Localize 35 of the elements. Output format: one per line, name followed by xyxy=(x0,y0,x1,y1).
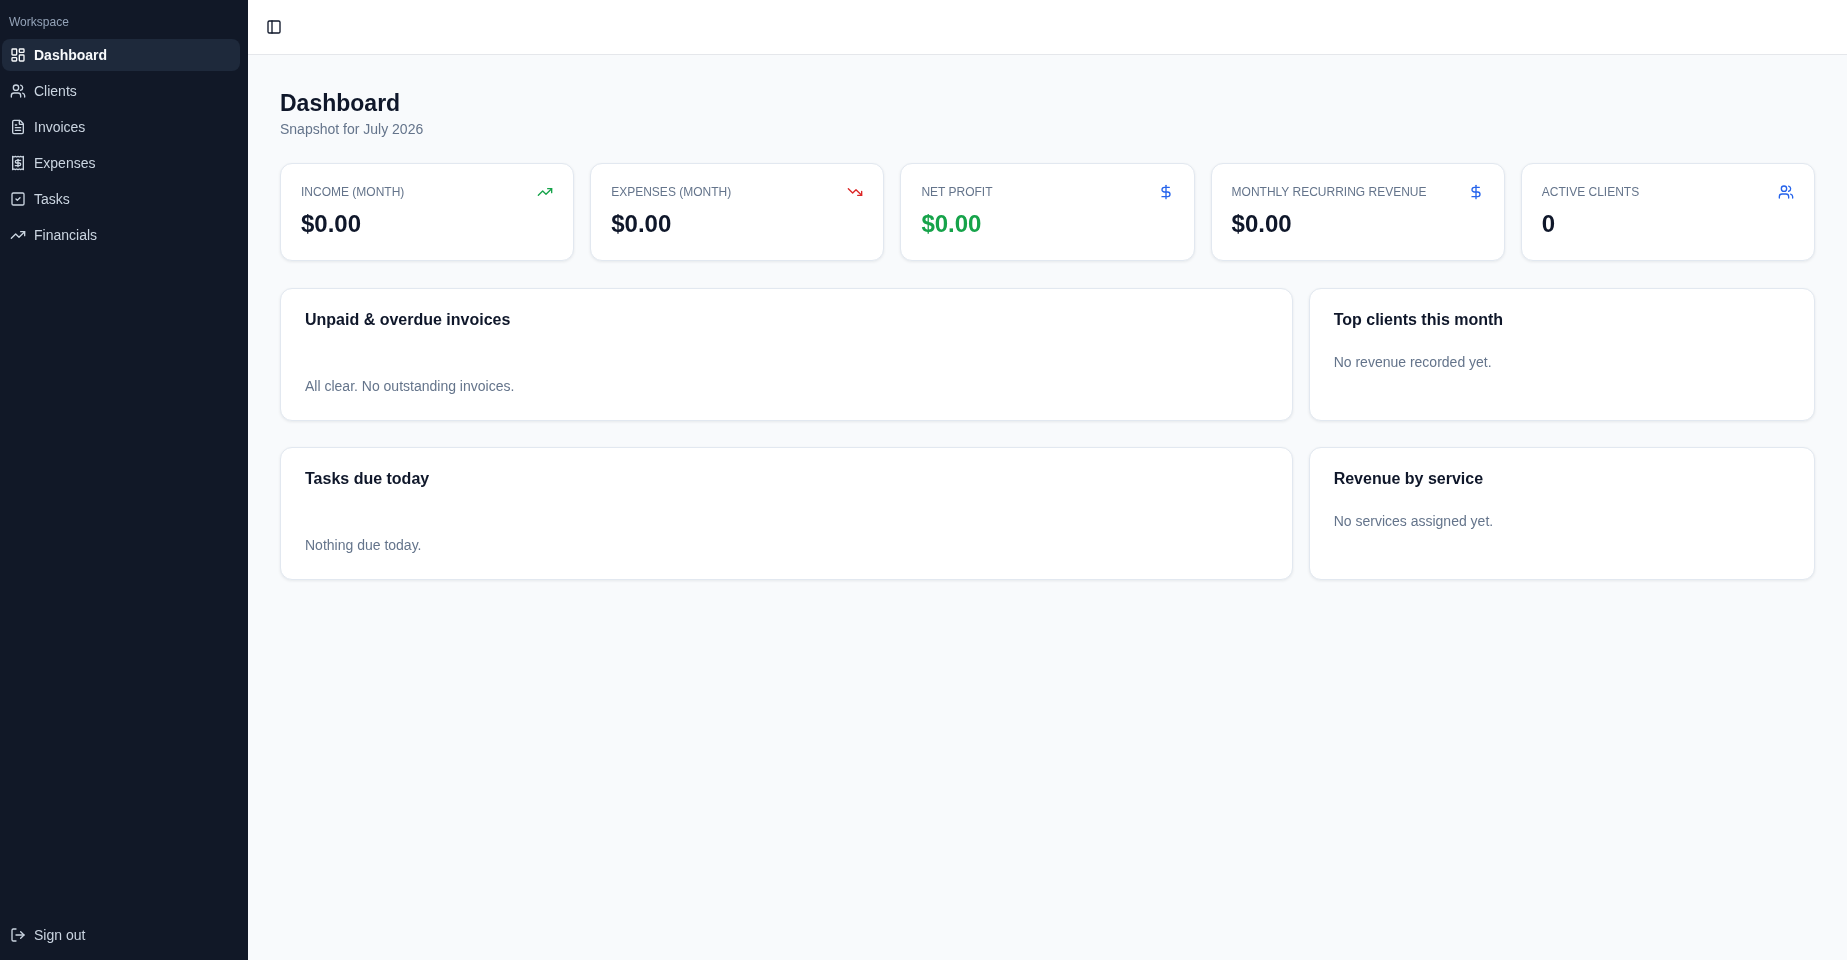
receipt-icon xyxy=(10,155,26,171)
stat-value: $0.00 xyxy=(611,209,673,239)
stat-value: $0.00 xyxy=(301,209,363,239)
panel-icon xyxy=(266,19,282,35)
nav-item[interactable]: Tasks xyxy=(2,183,240,215)
panel-title: Top clients this month xyxy=(1333,310,1505,330)
checkbox-icon xyxy=(10,191,26,207)
section-label: Workspace xyxy=(8,14,70,31)
empty-message: No revenue recorded yet. xyxy=(1333,353,1493,372)
stat-label: INCOME (MONTH) xyxy=(301,184,405,200)
stat-label: ACTIVE CLIENTS xyxy=(1541,184,1640,200)
stat-label: NET PROFIT xyxy=(921,184,993,200)
page-title: Dashboard xyxy=(280,89,402,118)
grid-icon xyxy=(10,47,26,63)
stat-label: MONTHLY RECURRING REVENUE xyxy=(1231,184,1427,200)
empty-message: No services assigned yet. xyxy=(1333,512,1495,531)
nav-item[interactable]: Financials xyxy=(2,219,240,251)
document-icon xyxy=(10,119,26,135)
sign-out-button[interactable]: Sign out xyxy=(2,919,240,951)
nav-item[interactable]: Expenses xyxy=(2,147,240,179)
page-subtitle: Snapshot for July 2026 xyxy=(280,120,425,139)
nav-item[interactable]: Invoices xyxy=(2,111,240,143)
nav-item[interactable]: Clients xyxy=(2,75,240,107)
stat-value: $0.00 xyxy=(921,209,983,239)
stat-value: 0 xyxy=(1541,209,1557,239)
users-icon xyxy=(10,83,26,99)
nav-item[interactable]: Dashboard xyxy=(2,39,240,71)
stat-value: $0.00 xyxy=(1231,209,1293,239)
stat-label: EXPENSES (MONTH) xyxy=(611,184,732,200)
panel-title: Unpaid & overdue invoices xyxy=(305,310,512,330)
empty-message: Nothing due today. xyxy=(305,536,423,555)
logout-icon xyxy=(10,927,26,943)
panel-title: Tasks due today xyxy=(305,469,431,489)
panel-title: Revenue by service xyxy=(1333,469,1485,489)
empty-message: All clear. No outstanding invoices. xyxy=(305,377,516,396)
